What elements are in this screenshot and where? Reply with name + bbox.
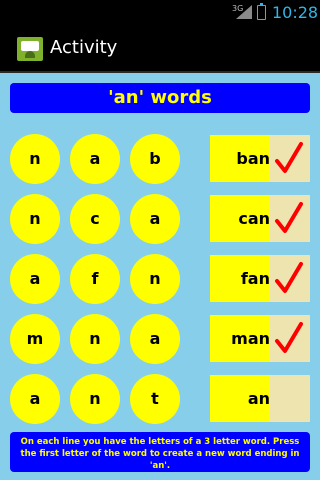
checkmark-icon	[275, 262, 303, 293]
check-area	[270, 315, 310, 362]
status-time: 10:28	[272, 3, 319, 22]
page-title-banner: 'an' words	[10, 83, 310, 113]
letter-button[interactable]: c	[70, 194, 120, 244]
battery-icon	[257, 3, 266, 20]
letter-button[interactable]: n	[70, 374, 120, 424]
letter-button[interactable]: n	[10, 194, 60, 244]
signal-icon	[236, 5, 252, 19]
letter-button[interactable]: m	[10, 314, 60, 364]
word-label: fan	[240, 269, 270, 288]
check-area	[270, 255, 310, 302]
letter-button[interactable]: a	[10, 374, 60, 424]
checkmark-icon	[275, 142, 303, 173]
android-app-icon[interactable]	[17, 37, 43, 61]
check-area	[270, 375, 310, 422]
check-area	[270, 135, 310, 182]
word-label: ban	[236, 149, 270, 168]
word-box: can	[210, 195, 310, 242]
letter-button[interactable]: a	[70, 134, 120, 184]
letter-button[interactable]: a	[130, 194, 180, 244]
letter-button[interactable]: n	[130, 254, 180, 304]
letter-button[interactable]: a	[130, 314, 180, 364]
instructions-text: On each line you have the letters of a 3…	[10, 432, 310, 472]
check-area	[270, 195, 310, 242]
letter-button[interactable]: t	[130, 374, 180, 424]
letter-button[interactable]: b	[130, 134, 180, 184]
word-box: man	[210, 315, 310, 362]
activity-title: Activity	[50, 37, 118, 58]
letter-button[interactable]: n	[10, 134, 60, 184]
word-box: fan	[210, 255, 310, 302]
action-bar: Activity	[0, 25, 320, 73]
checkmark-icon	[275, 202, 303, 233]
letter-button[interactable]: n	[70, 314, 120, 364]
word-label: can	[238, 209, 270, 228]
word-box: an	[210, 375, 310, 422]
main-content: 'an' words n a b ban n c a can a f n fan…	[0, 73, 320, 480]
checkmark-icon	[275, 322, 303, 353]
letter-button[interactable]: a	[10, 254, 60, 304]
status-bar: 3G 10:28	[0, 0, 320, 25]
word-label: an	[247, 389, 270, 408]
letter-button[interactable]: f	[70, 254, 120, 304]
word-label: man	[231, 329, 270, 348]
word-box: ban	[210, 135, 310, 182]
